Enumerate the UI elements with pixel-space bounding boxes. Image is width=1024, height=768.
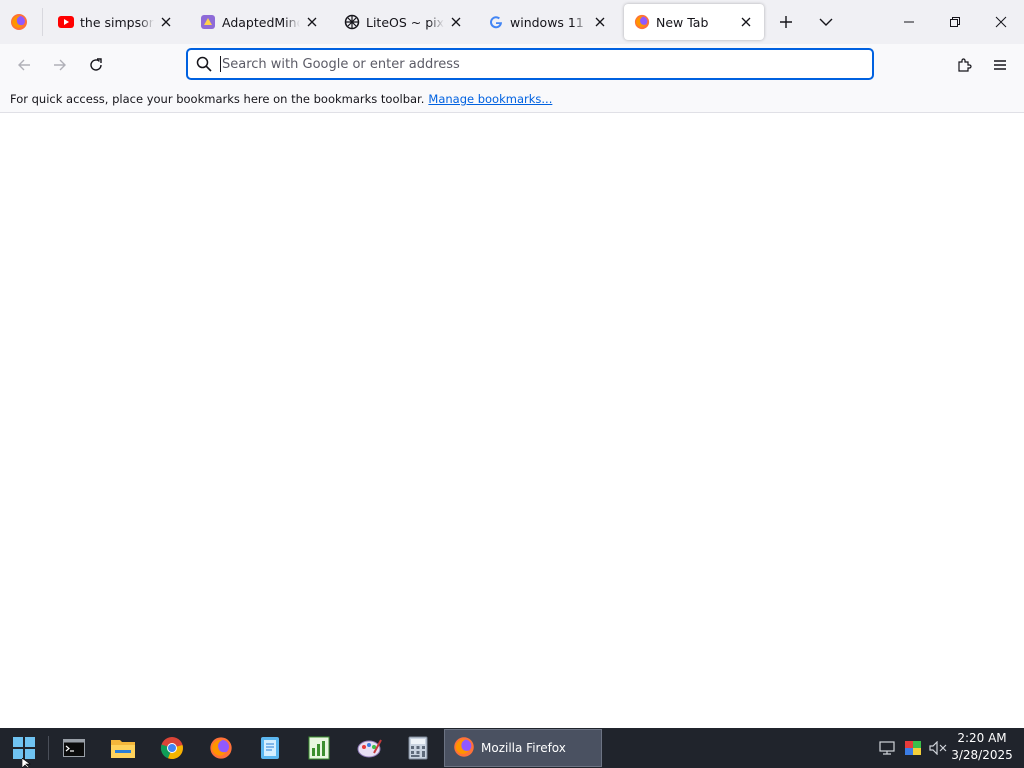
calculator-icon	[408, 736, 428, 760]
bookmarks-toolbar: For quick access, place your bookmarks h…	[0, 86, 1024, 113]
taskbar-terminal[interactable]	[50, 728, 98, 768]
display-settings-icon[interactable]	[904, 740, 922, 756]
liteos-icon	[344, 14, 360, 30]
network-icon[interactable]	[879, 740, 897, 756]
tab-title: the simpsons - YouTube	[80, 14, 154, 30]
arrow-left-icon	[18, 59, 30, 71]
close-icon	[995, 16, 1007, 28]
close-icon[interactable]	[158, 14, 174, 30]
reload-icon	[90, 58, 102, 71]
spreadsheet-icon	[308, 736, 330, 760]
terminal-icon	[63, 739, 85, 757]
taskbar-window-firefox[interactable]: Mozilla Firefox	[444, 729, 602, 767]
reload-button[interactable]	[82, 51, 110, 79]
tab-title: AdaptedMind	[222, 14, 300, 30]
taskbar-notepad[interactable]	[246, 728, 294, 768]
taskbar-divider	[48, 736, 49, 760]
clock-date: 3/28/2025	[951, 748, 1013, 762]
back-button[interactable]	[10, 51, 38, 79]
forward-button[interactable]	[46, 51, 74, 79]
minimize-button[interactable]	[886, 0, 932, 44]
tab-liteos[interactable]: LiteOS ~ pixeldrain	[334, 4, 474, 40]
start-icon	[13, 737, 35, 759]
text-caret	[220, 56, 221, 72]
mouse-cursor-icon	[22, 758, 31, 768]
volume-muted-icon[interactable]	[929, 740, 947, 756]
taskbar-file-explorer[interactable]	[99, 728, 147, 768]
search-input[interactable]	[222, 52, 872, 76]
page-content	[0, 113, 1024, 728]
system-clock[interactable]: 2:20 AM 3/28/2025	[946, 730, 1018, 766]
restore-button[interactable]	[932, 0, 978, 44]
tab-separator	[42, 8, 43, 36]
taskbar-window-label: Mozilla Firefox	[481, 741, 566, 755]
clock-time: 2:20 AM	[957, 731, 1007, 745]
tab-google-search[interactable]: windows 11 arm	[478, 4, 618, 40]
youtube-icon	[58, 14, 74, 30]
firefox-icon	[210, 737, 232, 759]
minimize-icon	[904, 21, 914, 23]
list-all-tabs-button[interactable]	[814, 10, 838, 34]
manage-bookmarks-link[interactable]: Manage bookmarks...	[428, 92, 552, 106]
chevron-down-icon	[819, 18, 833, 26]
restore-icon	[950, 17, 960, 27]
notepad-icon	[261, 737, 279, 759]
close-window-button[interactable]	[978, 0, 1024, 44]
taskbar-spreadsheet[interactable]	[295, 728, 343, 768]
tab-youtube[interactable]: the simpsons - YouTube	[48, 4, 184, 40]
tab-title: LiteOS ~ pixeldrain	[366, 14, 444, 30]
new-tab-button[interactable]	[774, 10, 798, 34]
hamburger-icon	[994, 60, 1006, 70]
address-bar[interactable]	[186, 48, 874, 80]
app-menu-button[interactable]	[986, 51, 1014, 79]
close-icon[interactable]	[592, 14, 608, 30]
close-icon[interactable]	[304, 14, 320, 30]
chrome-icon	[160, 737, 183, 760]
taskbar: Mozilla Firefox 2:20 AM 3/28/2025	[0, 728, 1024, 768]
google-icon	[488, 14, 504, 30]
taskbar-firefox[interactable]	[197, 728, 245, 768]
taskbar-chrome[interactable]	[148, 728, 196, 768]
firefox-icon	[634, 14, 650, 30]
paint-icon	[357, 739, 382, 758]
search-icon	[194, 54, 214, 74]
tab-title: windows 11 arm	[510, 14, 588, 30]
tab-new-tab[interactable]: New Tab	[624, 4, 764, 40]
navigation-toolbar	[0, 44, 1024, 86]
close-icon[interactable]	[448, 14, 464, 30]
plus-icon	[780, 16, 792, 28]
taskbar-paint[interactable]	[345, 728, 393, 768]
taskbar-calculator[interactable]	[394, 728, 442, 768]
tab-adaptedmind[interactable]: AdaptedMind	[190, 4, 330, 40]
firefox-icon	[453, 736, 475, 761]
tab-strip: the simpsons - YouTube AdaptedMind LiteO…	[0, 0, 1024, 44]
file-explorer-icon	[111, 740, 135, 758]
puzzle-icon	[958, 58, 972, 72]
bookmarks-empty-message: For quick access, place your bookmarks h…	[10, 92, 425, 106]
firefox-view-icon[interactable]	[10, 13, 28, 31]
adaptedmind-icon	[200, 14, 216, 30]
close-icon[interactable]	[738, 14, 754, 30]
extensions-button[interactable]	[950, 51, 978, 79]
arrow-right-icon	[54, 59, 66, 71]
tab-title: New Tab	[656, 14, 709, 30]
